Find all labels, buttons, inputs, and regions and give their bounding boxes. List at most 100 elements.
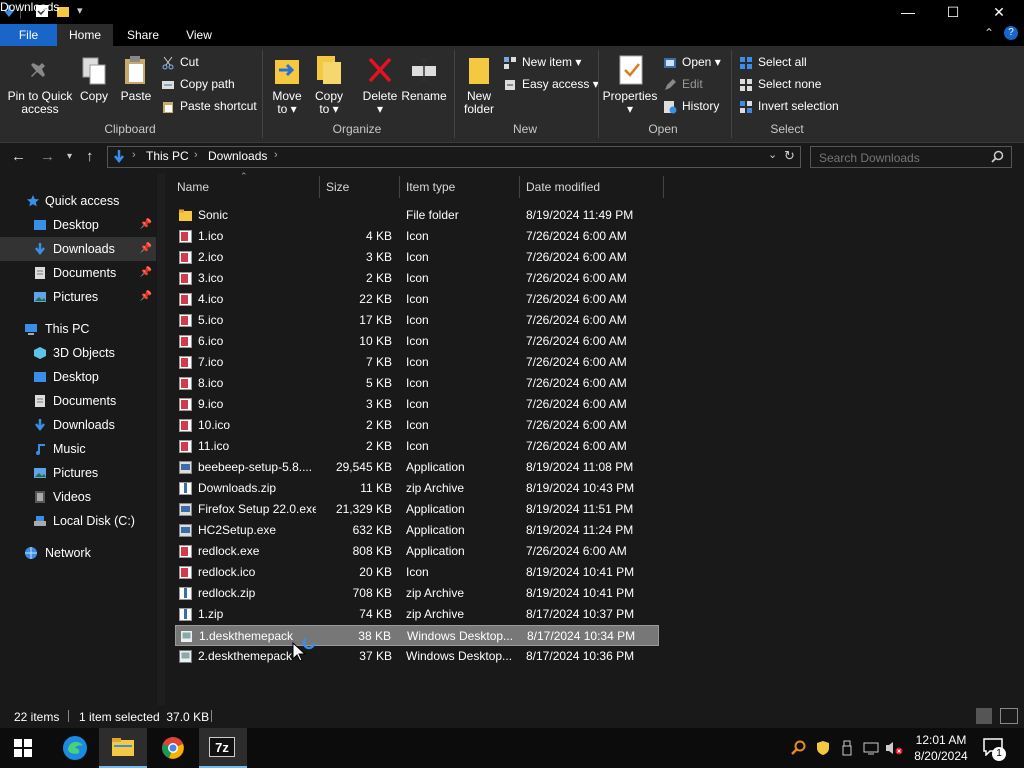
- taskbar-clock[interactable]: 12:01 AM 8/20/2024: [906, 732, 976, 764]
- file-row[interactable]: 10.ico 2 KB Icon 7/26/2024 6:00 AM: [175, 415, 659, 436]
- customize-toolbar-icon[interactable]: ▾: [77, 4, 83, 17]
- collapse-ribbon-icon[interactable]: ⌃: [984, 26, 994, 40]
- up-arrow-icon[interactable]: ↑: [86, 148, 94, 165]
- nav-quick-downloads[interactable]: Downloads 📌: [0, 237, 156, 261]
- help-icon[interactable]: ?: [1004, 26, 1018, 40]
- taskbar-7zip[interactable]: 7z: [199, 728, 247, 768]
- tab-view[interactable]: View: [173, 24, 225, 46]
- maximize-button[interactable]: ☐: [930, 0, 976, 24]
- column-divider[interactable]: [319, 176, 320, 198]
- delete-button[interactable]: Delete ▾: [360, 52, 400, 116]
- copy-path-button[interactable]: Copy path: [161, 74, 235, 94]
- column-header-date[interactable]: Date modified: [526, 176, 661, 198]
- nav-network[interactable]: Network: [0, 541, 156, 565]
- new-folder-button[interactable]: New folder: [459, 52, 499, 116]
- refresh-icon[interactable]: ↻: [784, 148, 795, 164]
- search-input[interactable]: [817, 149, 989, 167]
- file-row[interactable]: 5.ico 17 KB Icon 7/26/2024 6:00 AM: [175, 310, 659, 331]
- history-button[interactable]: History: [663, 96, 719, 116]
- file-row[interactable]: 1.zip 74 KB zip Archive 8/17/2024 10:37 PM: [175, 604, 659, 625]
- nav-pane-scrollbar[interactable]: [157, 173, 165, 705]
- copy-to-button[interactable]: Copy to ▾: [310, 52, 348, 116]
- file-row[interactable]: redlock.exe 808 KB Application 7/26/2024 6:…: [175, 541, 659, 562]
- address-bar[interactable]: › This PC › Downloads › ⌄ ↻: [107, 146, 801, 168]
- nav-downloads[interactable]: Downloads: [0, 413, 156, 437]
- large-icons-view-icon[interactable]: [1000, 708, 1018, 724]
- invert-selection-button[interactable]: Invert selection: [739, 96, 839, 116]
- paste-shortcut-button[interactable]: Paste shortcut: [161, 96, 257, 116]
- nav-desktop[interactable]: Desktop: [0, 365, 156, 389]
- file-row[interactable]: 8.ico 5 KB Icon 7/26/2024 6:00 AM: [175, 373, 659, 394]
- back-arrow-icon[interactable]: ←: [11, 148, 26, 165]
- column-divider[interactable]: [663, 176, 664, 198]
- file-row[interactable]: Downloads.zip 11 KB zip Archive 8/19/2024 1…: [175, 478, 659, 499]
- nav-documents[interactable]: Documents: [0, 389, 156, 413]
- nav-videos[interactable]: Videos: [0, 485, 156, 509]
- tab-file[interactable]: File: [0, 24, 57, 46]
- column-header-size[interactable]: Size: [326, 176, 396, 198]
- file-row[interactable]: 1.deskthemepack 38 KB Windows Desktop... 8/…: [175, 625, 659, 646]
- windows-start-icon[interactable]: [14, 739, 32, 757]
- nav-quick-desktop[interactable]: Desktop 📌: [0, 213, 156, 237]
- breadcrumb-this-pc[interactable]: This PC: [146, 149, 189, 163]
- search-box[interactable]: [810, 146, 1012, 168]
- volume-muted-icon[interactable]: [885, 740, 903, 756]
- select-all-button[interactable]: Select all: [739, 52, 807, 72]
- copy-button[interactable]: Copy: [76, 52, 112, 116]
- file-row[interactable]: 9.ico 3 KB Icon 7/26/2024 6:00 AM: [175, 394, 659, 415]
- easy-access-button[interactable]: Easy access ▾: [503, 74, 599, 94]
- file-row[interactable]: beebeep-setup-5.8.... 29,545 KB Applicatio…: [175, 457, 659, 478]
- file-row[interactable]: redlock.ico 20 KB Icon 8/19/2024 10:41 PM: [175, 562, 659, 583]
- properties-button[interactable]: Properties ▾: [602, 52, 658, 116]
- rename-button[interactable]: Rename: [401, 52, 447, 116]
- taskbar-file-explorer[interactable]: [99, 728, 147, 768]
- file-row[interactable]: 2.deskthemepack 37 KB Windows Desktop... 8/…: [175, 646, 659, 667]
- edge-browser-icon[interactable]: [62, 735, 88, 761]
- file-row[interactable]: Firefox Setup 22.0.exe 21,329 KB Applicati…: [175, 499, 659, 520]
- chrome-browser-icon[interactable]: [161, 736, 185, 760]
- file-row[interactable]: 1.ico 4 KB Icon 7/26/2024 6:00 AM: [175, 226, 659, 247]
- breadcrumb-downloads[interactable]: Downloads: [208, 149, 267, 163]
- column-divider[interactable]: [519, 176, 520, 198]
- open-button[interactable]: Open ▾: [663, 52, 721, 72]
- recent-locations-icon[interactable]: ▾: [67, 151, 72, 162]
- forward-arrow-icon[interactable]: →: [40, 148, 55, 165]
- paste-button[interactable]: Paste: [116, 52, 156, 116]
- file-row[interactable]: HC2Setup.exe 632 KB Application 8/19/2024 1…: [175, 520, 659, 541]
- tab-home[interactable]: Home: [57, 24, 113, 46]
- details-view-icon[interactable]: [976, 708, 992, 724]
- new-item-button[interactable]: New item ▾: [503, 52, 581, 72]
- nav-music[interactable]: Music: [0, 437, 156, 461]
- file-row[interactable]: Sonic File folder 8/19/2024 11:49 PM: [175, 205, 659, 226]
- column-divider[interactable]: [399, 176, 400, 198]
- edit-button[interactable]: Edit: [663, 74, 703, 94]
- column-header-type[interactable]: Item type: [406, 176, 516, 198]
- address-dropdown-icon[interactable]: ⌄: [768, 148, 777, 161]
- usb-device-icon[interactable]: [841, 740, 853, 756]
- move-to-button[interactable]: Move to ▾: [268, 52, 306, 116]
- network-tray-icon[interactable]: [863, 740, 879, 756]
- nav-pictures[interactable]: Pictures: [0, 461, 156, 485]
- search-tray-icon[interactable]: [791, 740, 807, 756]
- file-row[interactable]: 11.ico 2 KB Icon 7/26/2024 6:00 AM: [175, 436, 659, 457]
- file-row[interactable]: 6.ico 10 KB Icon 7/26/2024 6:00 AM: [175, 331, 659, 352]
- column-header-name[interactable]: Name: [177, 176, 317, 198]
- nav-quick-documents[interactable]: Documents 📌: [0, 261, 156, 285]
- cut-button[interactable]: Cut: [161, 52, 199, 72]
- nav-quick-access[interactable]: Quick access: [0, 189, 156, 213]
- nav-local-disk[interactable]: Local Disk (C:): [0, 509, 156, 533]
- select-none-button[interactable]: Select none: [739, 74, 821, 94]
- nav-this-pc[interactable]: This PC: [0, 317, 156, 341]
- file-row[interactable]: 7.ico 7 KB Icon 7/26/2024 6:00 AM: [175, 352, 659, 373]
- nav-quick-pictures[interactable]: Pictures 📌: [0, 285, 156, 309]
- minimize-button[interactable]: —: [885, 0, 931, 24]
- file-row[interactable]: 3.ico 2 KB Icon 7/26/2024 6:00 AM: [175, 268, 659, 289]
- tab-share[interactable]: Share: [113, 24, 173, 46]
- pin-to-quick-access-button[interactable]: Pin to Quick access: [4, 52, 76, 116]
- security-shield-icon[interactable]: [815, 740, 831, 756]
- close-button[interactable]: ✕: [976, 0, 1022, 24]
- nav-3d-objects[interactable]: 3D Objects: [0, 341, 156, 365]
- file-row[interactable]: 4.ico 22 KB Icon 7/26/2024 6:00 AM: [175, 289, 659, 310]
- file-row[interactable]: redlock.zip 708 KB zip Archive 8/19/2024 10…: [175, 583, 659, 604]
- file-row[interactable]: 2.ico 3 KB Icon 7/26/2024 6:00 AM: [175, 247, 659, 268]
